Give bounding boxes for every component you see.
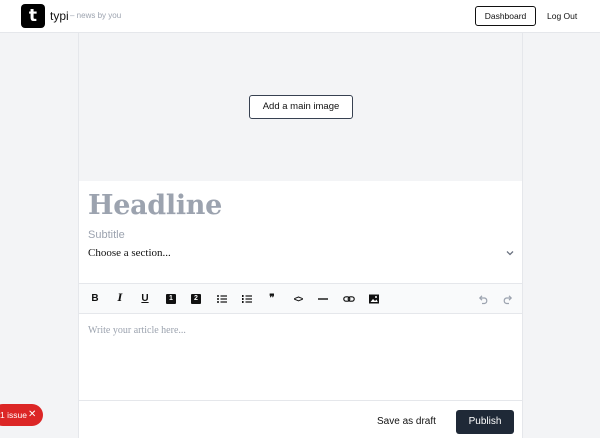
code-glyph: <> xyxy=(293,294,303,304)
code-icon[interactable]: <> xyxy=(291,292,305,306)
headline-input[interactable]: Headline xyxy=(88,190,222,221)
heading-1-icon[interactable]: 1 xyxy=(164,292,178,306)
bullet-list-icon[interactable] xyxy=(215,292,229,306)
section-select[interactable]: Choose a section... xyxy=(88,247,515,261)
heading-1-glyph: 1 xyxy=(166,294,176,304)
formatting-toolbar: B I U 1 2 ❞ <> xyxy=(79,283,522,314)
issues-badge[interactable]: 1 issue ✕ xyxy=(0,404,43,426)
heading-2-icon[interactable]: 2 xyxy=(189,292,203,306)
footer-divider xyxy=(79,400,522,401)
horizontal-rule-icon[interactable] xyxy=(316,292,330,306)
brand-name: typi xyxy=(50,9,69,23)
undo-icon[interactable] xyxy=(476,292,490,306)
numbered-list-icon[interactable] xyxy=(240,292,254,306)
underline-icon[interactable]: U xyxy=(138,292,152,306)
link-icon[interactable] xyxy=(342,292,356,306)
issues-label: 1 issue xyxy=(0,410,27,420)
close-icon[interactable]: ✕ xyxy=(28,404,36,426)
subtitle-input[interactable]: Subtitle xyxy=(88,229,125,241)
redo-svg xyxy=(503,295,513,305)
quote-glyph: ❞ xyxy=(269,293,275,304)
link-svg xyxy=(343,296,355,302)
article-editor: Add a main image Headline Subtitle Choos… xyxy=(78,33,523,438)
add-main-image-button[interactable]: Add a main image xyxy=(249,95,353,119)
typi-logo[interactable]: t xyxy=(21,4,45,28)
underline-glyph: U xyxy=(141,293,149,304)
brand-tagline: – news by you xyxy=(70,11,122,20)
dashboard-button[interactable]: Dashboard xyxy=(475,6,536,26)
redo-icon[interactable] xyxy=(501,292,515,306)
italic-glyph: I xyxy=(117,293,123,304)
article-body-input[interactable]: Write your article here... xyxy=(88,325,186,336)
horizontal-rule-svg xyxy=(318,298,328,300)
bullet-list-svg xyxy=(217,295,227,303)
bold-icon[interactable]: B xyxy=(88,292,102,306)
publish-button[interactable]: Publish xyxy=(456,410,514,434)
image-icon[interactable] xyxy=(367,292,381,306)
save-as-draft-button[interactable]: Save as draft xyxy=(377,416,436,427)
italic-icon[interactable]: I xyxy=(113,292,127,306)
chevron-down-icon xyxy=(506,251,514,256)
heading-2-glyph: 2 xyxy=(191,294,201,304)
top-navigation: t typi – news by you Dashboard Log Out xyxy=(0,0,600,33)
main-image-area: Add a main image xyxy=(79,33,522,181)
section-select-value: Choose a section... xyxy=(88,247,171,259)
numbered-list-svg xyxy=(242,295,252,303)
logout-button[interactable]: Log Out xyxy=(547,11,577,21)
image-svg xyxy=(369,294,379,304)
undo-svg xyxy=(478,295,488,305)
bold-glyph: B xyxy=(91,293,99,304)
quote-icon[interactable]: ❞ xyxy=(265,292,279,306)
